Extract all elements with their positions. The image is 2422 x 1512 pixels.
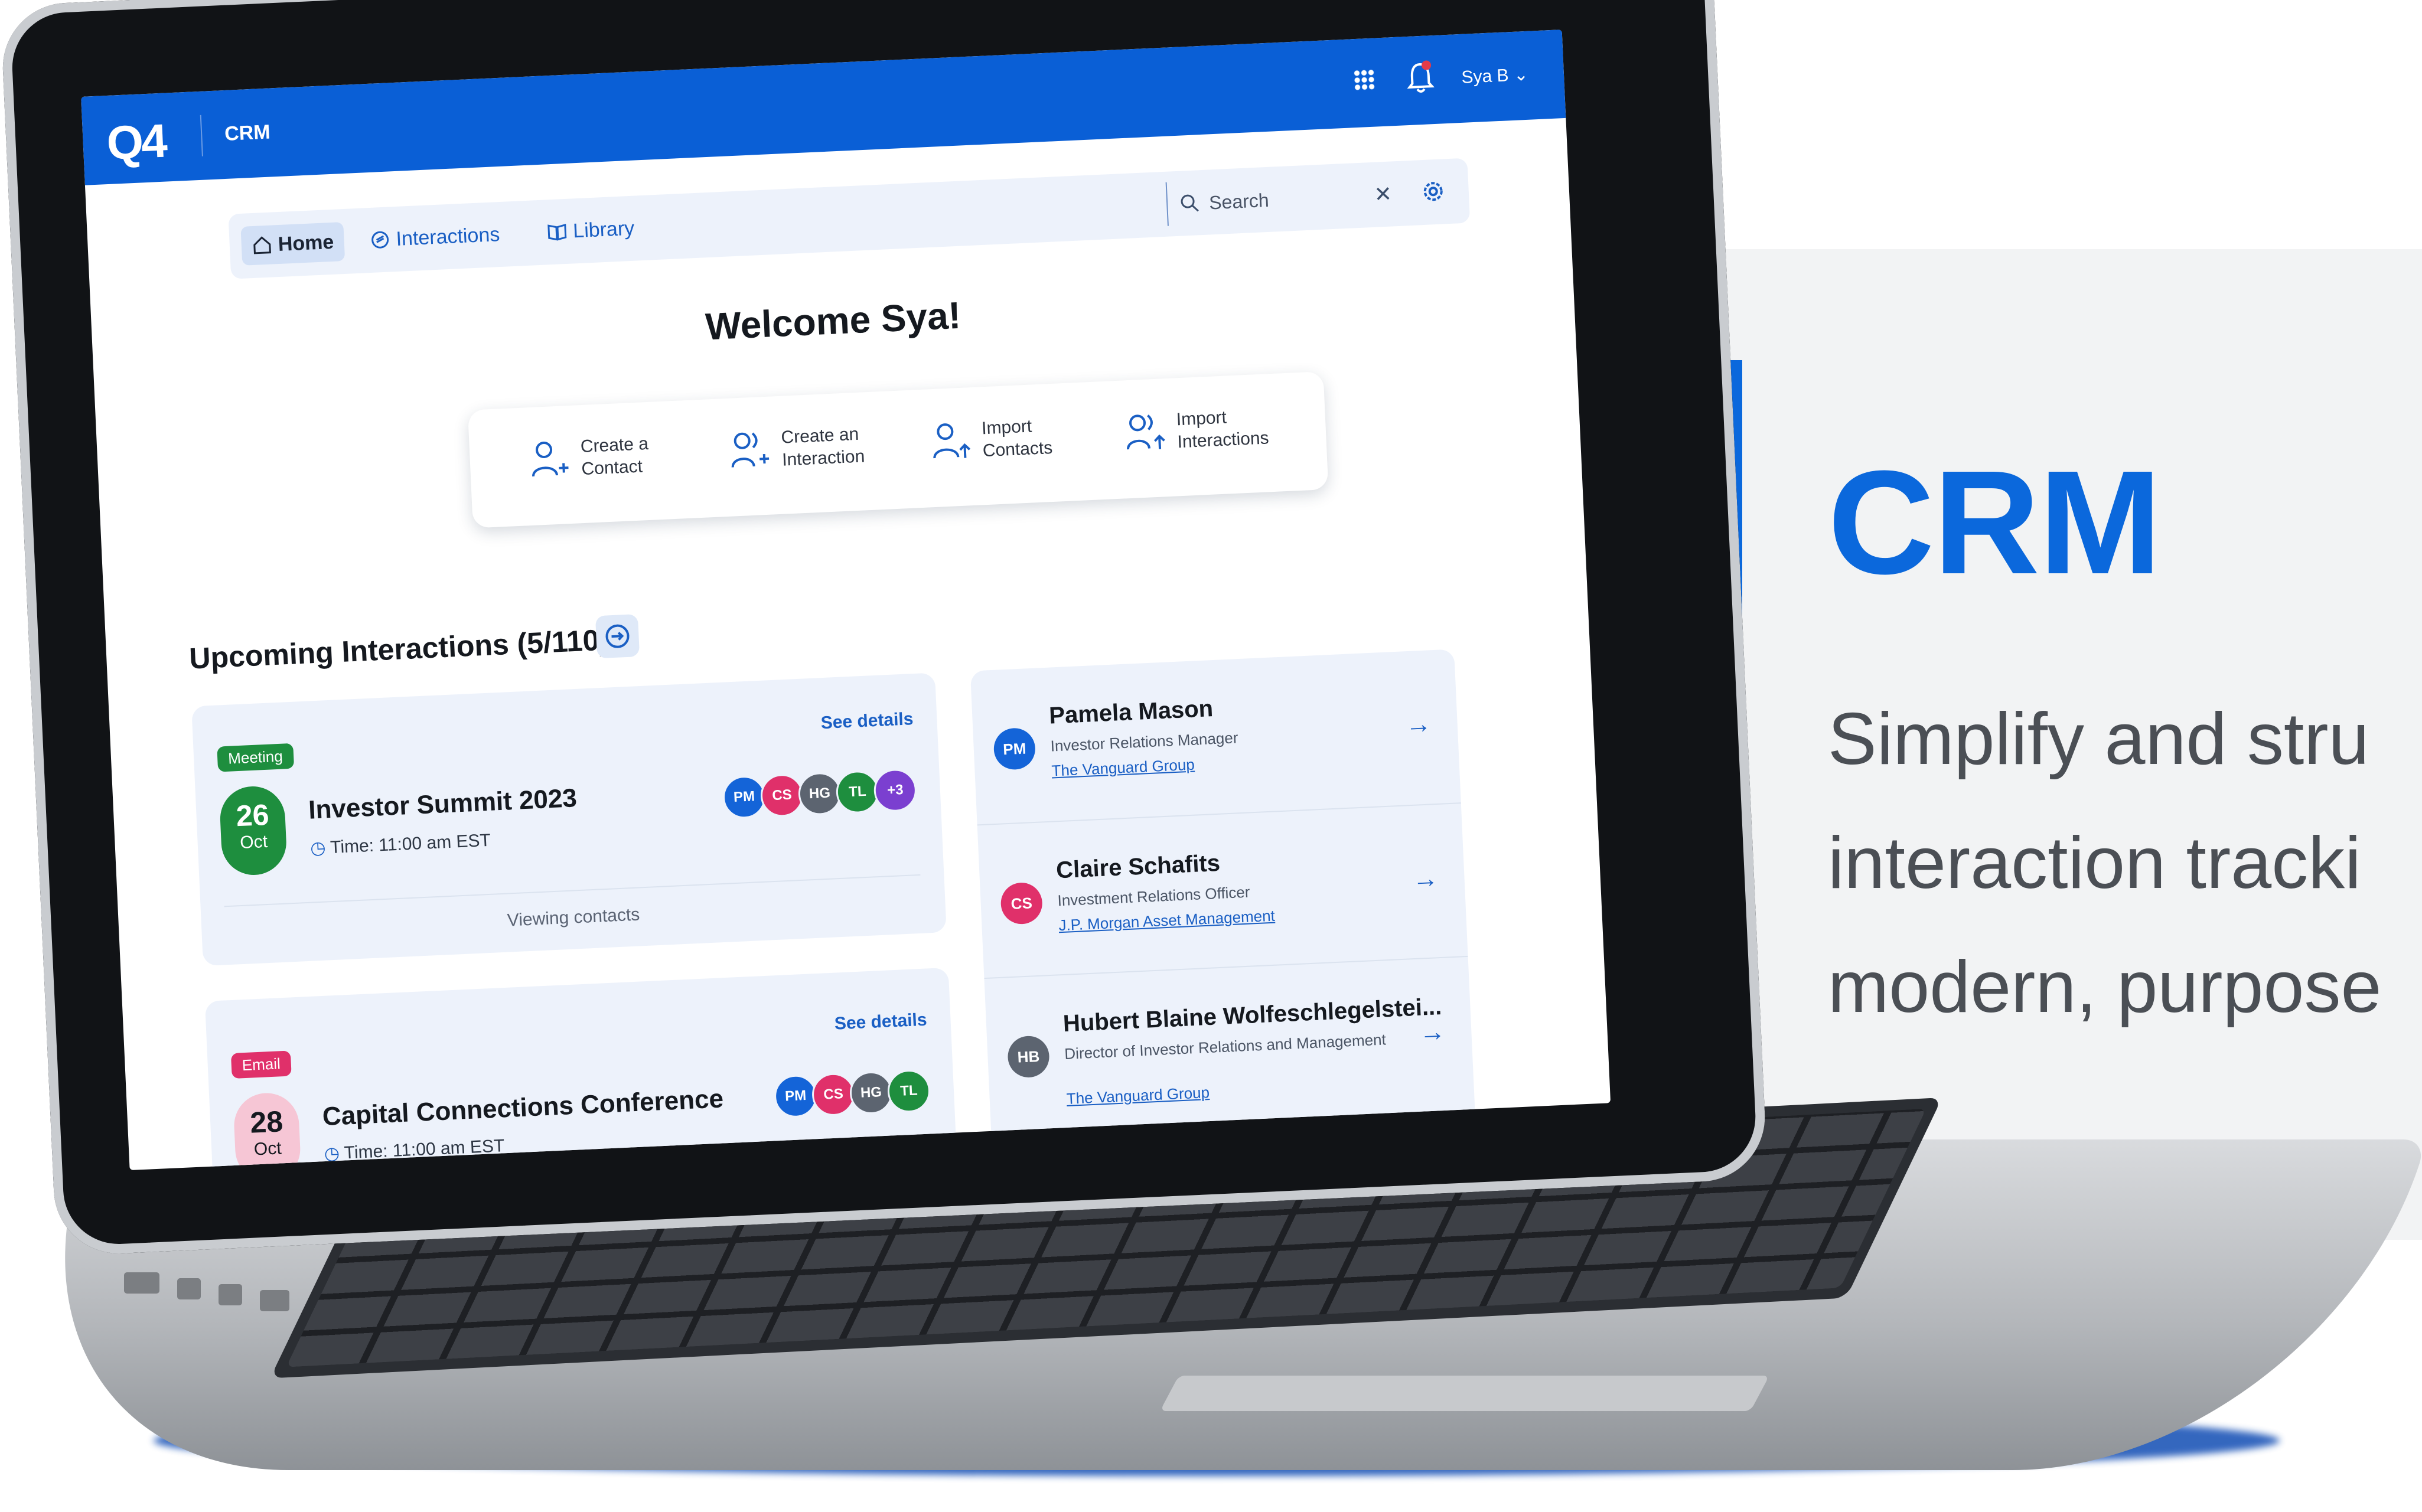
promo-title: CRM	[1828, 440, 2162, 605]
welcome-heading: Welcome Sya!	[704, 293, 962, 348]
apps-grid-icon[interactable]	[1353, 68, 1375, 92]
search-placeholder: Search	[1208, 189, 1270, 214]
home-icon	[253, 236, 271, 254]
contact-organization-link[interactable]: The Vanguard Group	[1051, 756, 1195, 781]
date-month: Oct	[239, 831, 268, 853]
interaction-time: ◷ Time: 11:00 am EST	[324, 1136, 505, 1164]
tab-interactions[interactable]: Interactions	[358, 214, 511, 260]
date-day: 28	[249, 1105, 284, 1139]
interaction-time: ◷ Time: 11:00 am EST	[309, 830, 491, 858]
arrow-right-icon[interactable]: →	[1412, 864, 1439, 894]
promo-line-3: modern, purpose	[1828, 946, 2382, 1028]
add-contact-icon	[532, 441, 569, 477]
app-name: CRM	[224, 120, 271, 145]
app-header: Q4 CRM Sya B ⌄	[81, 30, 1566, 185]
create-contact-button[interactable]: Create a Contact	[528, 430, 700, 483]
create-interaction-label: Create an Interaction	[780, 424, 865, 470]
interaction-card[interactable]: Meeting See details 26 Oct Investor Summ…	[191, 672, 947, 966]
view-all-interactions-button[interactable]	[595, 614, 640, 659]
attendee-avatars[interactable]: PM CS HG TL	[773, 1069, 931, 1119]
viewing-contacts-label: Viewing contacts	[507, 904, 640, 930]
add-interaction-icon	[731, 432, 770, 468]
import-interactions-label: Import Interactions	[1176, 407, 1270, 452]
arrow-right-icon[interactable]: →	[1405, 709, 1432, 740]
upcoming-interactions-list: Meeting See details 26 Oct Investor Summ…	[191, 672, 959, 1171]
laptop-lid: Q4 CRM Sya B ⌄ Home Interactions Library…	[0, 0, 1768, 1256]
meeting-badge: Meeting	[217, 743, 294, 772]
avatar: TL	[835, 769, 880, 815]
see-details-link[interactable]: See details	[820, 709, 914, 733]
tab-home-label: Home	[277, 230, 335, 256]
contact-organization-link[interactable]: J.P. Morgan Asset Management	[1058, 907, 1276, 935]
avatar: HG	[797, 771, 842, 817]
avatar: CS	[1000, 881, 1044, 925]
avatar: PM	[773, 1074, 818, 1119]
date-badge: 26 Oct	[219, 785, 288, 877]
bell-icon[interactable]	[1406, 59, 1435, 96]
clock-icon: ◷	[324, 1143, 345, 1164]
avatar: CS	[759, 773, 804, 818]
quick-actions-card: Create a Contact Create an Interaction I…	[467, 371, 1329, 528]
avatar: TL	[886, 1069, 931, 1113]
user-menu[interactable]: Sya B ⌄	[1461, 64, 1529, 88]
import-interactions-button[interactable]: Import Interactions	[1124, 403, 1296, 456]
upcoming-interactions-title: Upcoming Interactions (5/110)	[188, 623, 610, 675]
attendee-avatars[interactable]: PM CS HG TL +3	[722, 768, 918, 819]
date-day: 26	[235, 798, 270, 833]
create-interaction-button[interactable]: Create an Interaction	[729, 422, 901, 474]
avatar: HB	[1006, 1035, 1051, 1079]
clock-icon: ◷	[309, 838, 331, 858]
create-contact-label: Create a Contact	[580, 433, 649, 479]
arrow-right-icon[interactable]: →	[1419, 1017, 1446, 1048]
interaction-card[interactable]: Email See details 28 Oct Capital Connect…	[204, 967, 959, 1171]
tab-library-label: Library	[572, 217, 635, 242]
email-badge: Email	[230, 1050, 292, 1079]
import-interactions-icon	[1127, 414, 1165, 450]
gear-icon[interactable]	[1419, 177, 1448, 206]
interactions-icon	[371, 231, 389, 249]
nav-bar: Home Interactions Library Search ✕	[228, 158, 1471, 279]
import-contacts-button[interactable]: Import Contacts	[929, 412, 1101, 465]
tab-home[interactable]: Home	[240, 221, 345, 266]
contact-name: Claire Schafits	[1055, 850, 1221, 884]
arrow-circle-icon	[605, 624, 630, 648]
laptop-trackpad	[1160, 1376, 1769, 1411]
interaction-title: Investor Summit 2023	[308, 783, 578, 825]
search-icon	[1181, 194, 1199, 212]
contact-name: Pamela Mason	[1048, 695, 1214, 729]
clear-search-icon[interactable]: ✕	[1374, 181, 1393, 207]
q4-logo[interactable]: Q4	[106, 114, 167, 171]
import-contacts-icon	[933, 423, 971, 459]
header-divider	[200, 115, 203, 156]
avatar-more: +3	[873, 768, 918, 813]
tab-library[interactable]: Library	[536, 208, 646, 252]
app-screen: Q4 CRM Sya B ⌄ Home Interactions Library…	[81, 30, 1611, 1171]
tab-interactions-label: Interactions	[395, 223, 501, 250]
avatar: PM	[993, 727, 1036, 770]
contact-item[interactable]: CS Claire Schafits Investment Relations …	[977, 802, 1468, 974]
date-month: Oct	[253, 1138, 282, 1160]
contacts-list: PM Pamela Mason Investor Relations Manag…	[970, 649, 1476, 1143]
import-contacts-label: Import Contacts	[981, 416, 1053, 461]
date-badge: 28 Oct	[233, 1092, 302, 1171]
promo-line-1: Simplify and stru	[1828, 698, 2369, 780]
search-input[interactable]: Search ✕	[1165, 171, 1399, 226]
avatar: PM	[722, 775, 767, 819]
contact-item[interactable]: HB Hubert Blaine Wolfeschlegelstei... Di…	[984, 955, 1475, 1126]
contact-organization-link[interactable]: The Vanguard Group	[1066, 1083, 1210, 1108]
contact-item[interactable]: PM Pamela Mason Investor Relations Manag…	[970, 649, 1461, 818]
book-icon	[547, 224, 567, 241]
promo-line-2: interaction tracki	[1828, 822, 2361, 904]
see-details-link[interactable]: See details	[834, 1010, 927, 1034]
avatar: CS	[811, 1072, 856, 1117]
avatar: HG	[849, 1070, 894, 1115]
interaction-title: Capital Connections Conference	[321, 1084, 725, 1132]
